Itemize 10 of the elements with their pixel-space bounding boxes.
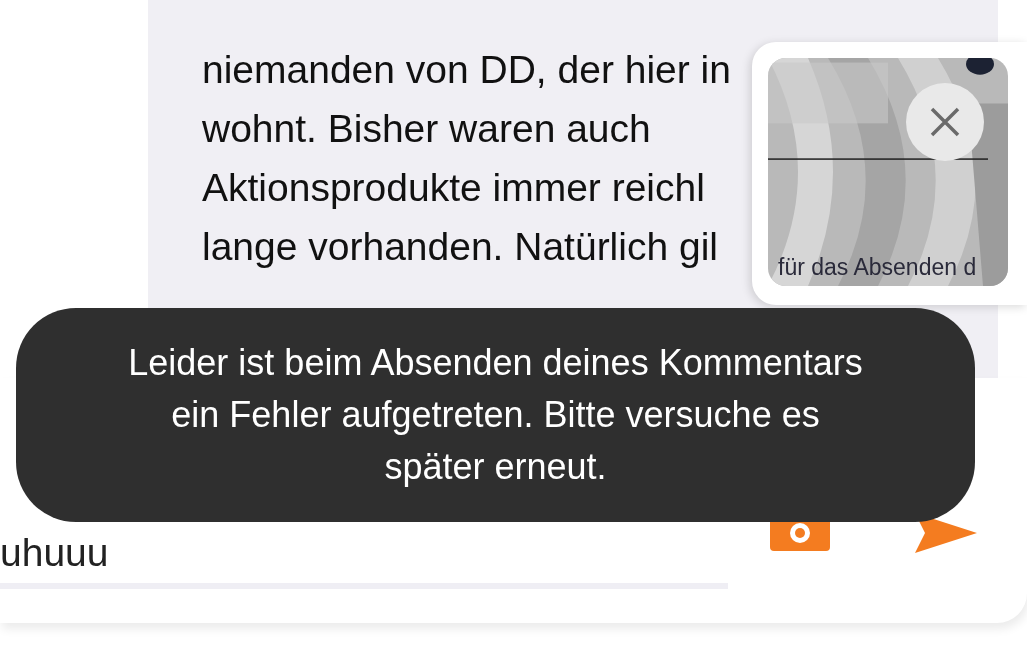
- toast-message-line: ein Fehler aufgetreten. Bitte versuche es: [171, 393, 820, 437]
- comment-text-line: Aktionsprodukte immer reichl: [202, 165, 705, 211]
- comment-text-line: wohnt. Bisher waren auch: [202, 106, 651, 152]
- toast-message-line: später erneut.: [384, 445, 607, 489]
- comment-text-line: niemanden von DD, der hier in: [202, 47, 731, 93]
- close-icon: [929, 106, 961, 138]
- screenshot-preview-card[interactable]: für das Absenden d: [752, 42, 1027, 305]
- toast-message-line: Leider ist beim Absenden deines Kommentars: [128, 341, 863, 385]
- preview-caption: für das Absenden d: [778, 254, 977, 281]
- comment-text-line: lange vorhanden. Natürlich gil: [202, 224, 718, 270]
